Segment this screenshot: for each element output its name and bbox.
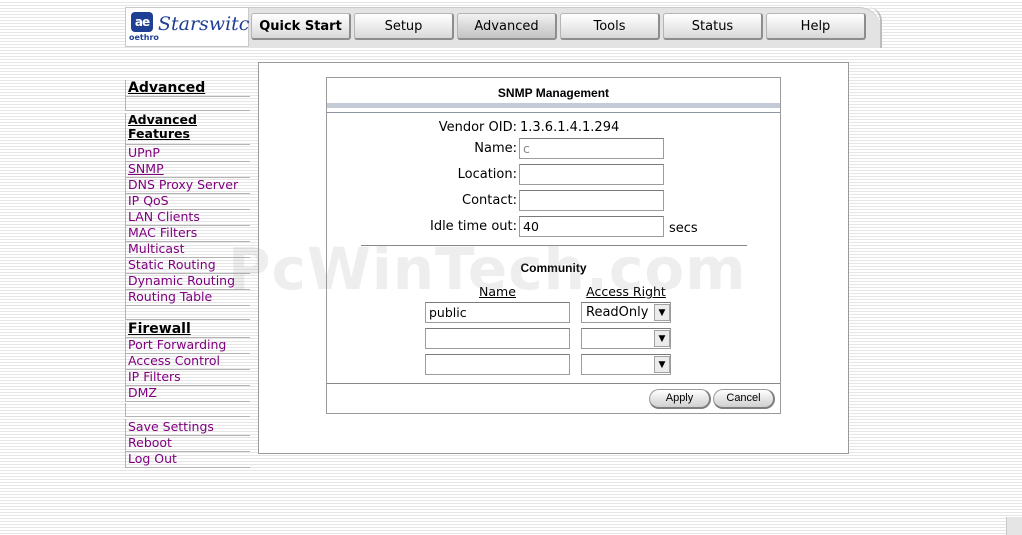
nav-item-snmp[interactable]: SNMP bbox=[125, 161, 250, 178]
snmp-management-form: SNMP Management Vendor OID: 1.3.6.1.4.1.… bbox=[326, 77, 781, 414]
tab-quick-start[interactable]: Quick Start bbox=[251, 13, 351, 40]
tab-tools[interactable]: Tools bbox=[560, 13, 660, 40]
chevron-down-icon[interactable]: ▼ bbox=[654, 356, 670, 373]
community-name-input-1[interactable]: public bbox=[425, 302, 570, 323]
nav-item-save-settings[interactable]: Save Settings bbox=[125, 419, 250, 436]
nav-item-reboot[interactable]: Reboot bbox=[125, 435, 250, 452]
chevron-down-icon[interactable]: ▼ bbox=[654, 330, 670, 347]
nav-item-log-out[interactable]: Log Out bbox=[125, 451, 250, 468]
nav-item-dynamic-routing[interactable]: Dynamic Routing bbox=[125, 273, 250, 290]
section-divider bbox=[361, 245, 747, 246]
tab-setup[interactable]: Setup bbox=[354, 13, 454, 40]
tab-help[interactable]: Help bbox=[766, 13, 866, 40]
title-divider bbox=[327, 112, 780, 113]
logo-product-name: Starswitch bbox=[158, 13, 262, 35]
nav-spacer bbox=[125, 97, 250, 111]
page-title: SNMP Management bbox=[327, 78, 780, 108]
nav-item-ip-filters[interactable]: IP Filters bbox=[125, 369, 250, 386]
brand-logo: ae oethro Starswitch bbox=[125, 7, 262, 47]
community-access-column: Access Right bbox=[586, 284, 666, 299]
contact-input[interactable] bbox=[519, 190, 664, 211]
logo-company: oethro bbox=[129, 33, 159, 42]
form-footer-divider bbox=[327, 383, 780, 384]
community-access-select-2[interactable]: ▼ bbox=[581, 328, 671, 349]
location-input[interactable] bbox=[519, 164, 664, 185]
cancel-button[interactable]: Cancel bbox=[713, 389, 775, 409]
nav-item-dns-proxy-server[interactable]: DNS Proxy Server bbox=[125, 177, 250, 194]
idle-timeout-input[interactable]: 40 bbox=[519, 216, 664, 237]
nav-item-static-routing[interactable]: Static Routing bbox=[125, 257, 250, 274]
vendor-oid-label: Vendor OID: bbox=[438, 120, 517, 135]
logo-mark: ae bbox=[131, 12, 153, 32]
nav-item-access-control[interactable]: Access Control bbox=[125, 353, 250, 370]
nav-item-routing-table[interactable]: Routing Table bbox=[125, 289, 250, 306]
nav-heading-advanced-features: Advanced Features bbox=[125, 113, 250, 145]
location-label: Location: bbox=[457, 167, 517, 182]
apply-button[interactable]: Apply bbox=[649, 389, 711, 409]
nav-heading-advanced: Advanced bbox=[125, 80, 250, 97]
name-input[interactable]: c bbox=[519, 138, 664, 159]
idle-timeout-label: Idle time out: bbox=[429, 219, 517, 234]
nav-spacer bbox=[125, 403, 250, 417]
tab-bar-edge bbox=[868, 7, 882, 48]
nav-item-mac-filters[interactable]: MAC Filters bbox=[125, 225, 250, 242]
community-access-select-1[interactable]: ReadOnly ▼ bbox=[581, 302, 671, 323]
nav-item-lan-clients[interactable]: LAN Clients bbox=[125, 209, 250, 226]
contact-label: Contact: bbox=[462, 193, 517, 208]
nav-item-port-forwarding[interactable]: Port Forwarding bbox=[125, 337, 250, 354]
nav-spacer bbox=[125, 306, 250, 320]
nav-item-multicast[interactable]: Multicast bbox=[125, 241, 250, 258]
chevron-down-icon[interactable]: ▼ bbox=[654, 304, 670, 321]
community-name-input-3[interactable] bbox=[425, 354, 570, 375]
community-access-value: ReadOnly bbox=[586, 305, 649, 320]
tab-advanced[interactable]: Advanced bbox=[457, 13, 557, 40]
community-name-column: Name bbox=[479, 284, 516, 299]
vendor-oid-value: 1.3.6.1.4.1.294 bbox=[520, 120, 620, 135]
name-label: Name: bbox=[474, 141, 517, 156]
idle-timeout-unit: secs bbox=[669, 221, 698, 236]
community-access-select-3[interactable]: ▼ bbox=[581, 354, 671, 375]
community-name-input-2[interactable] bbox=[425, 328, 570, 349]
community-heading: Community bbox=[520, 261, 587, 275]
scrollbar-corner bbox=[1006, 517, 1022, 535]
nav-item-ip-qos[interactable]: IP QoS bbox=[125, 193, 250, 210]
nav-item-upnp[interactable]: UPnP bbox=[125, 145, 250, 162]
nav-heading-firewall: Firewall bbox=[125, 321, 250, 338]
tab-status[interactable]: Status bbox=[663, 13, 763, 40]
nav-item-dmz[interactable]: DMZ bbox=[125, 385, 250, 402]
